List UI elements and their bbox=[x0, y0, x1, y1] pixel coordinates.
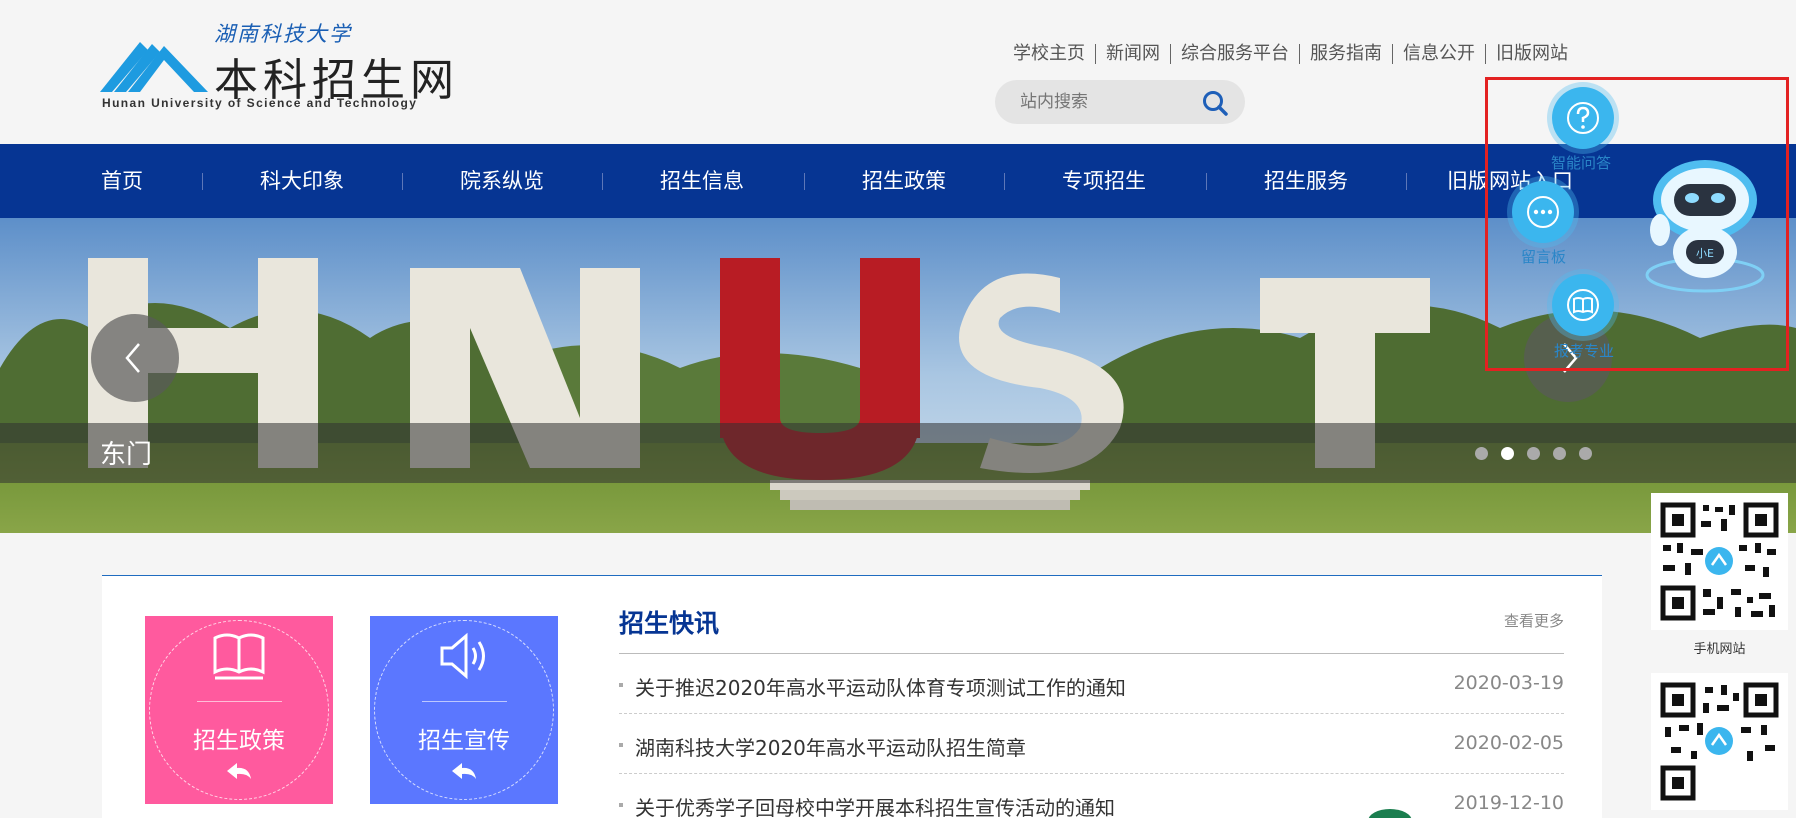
book-icon bbox=[213, 633, 265, 680]
qr-code-icon bbox=[1660, 682, 1779, 801]
mountain-logo-icon bbox=[100, 42, 208, 92]
top-links: 学校主页 新闻网 综合服务平台 服务指南 信息公开 旧版网站 bbox=[1010, 44, 1578, 64]
news-item-title[interactable]: 湖南科技大学2020年高水平运动队招生简章 bbox=[635, 732, 1026, 761]
smart-qa-label[interactable]: 智能问答 bbox=[1551, 152, 1611, 173]
smart-qa-button[interactable] bbox=[1552, 87, 1614, 149]
carousel-dot[interactable] bbox=[1579, 447, 1592, 460]
nav-item-impression[interactable]: 科大印象 bbox=[202, 144, 402, 218]
top-link-news[interactable]: 新闻网 bbox=[1095, 44, 1170, 64]
tile-label: 招生宣传 bbox=[418, 728, 510, 754]
message-board-button[interactable] bbox=[1512, 181, 1574, 243]
assistant-robot[interactable]: 小E bbox=[1640, 160, 1770, 295]
news-item-date: 2019-12-10 bbox=[1453, 792, 1564, 814]
qr-label: 手机网站 bbox=[1693, 642, 1746, 657]
nav-item-departments[interactable]: 院系纵览 bbox=[402, 144, 602, 218]
news-item[interactable]: 湖南科技大学2020年高水平运动队招生简章 2020-02-05 bbox=[619, 714, 1564, 774]
robot-tag: 小E bbox=[1696, 247, 1714, 260]
qr-code-mobile-site bbox=[1651, 493, 1788, 630]
tile-admission-promotion[interactable]: 招生宣传 bbox=[370, 616, 558, 804]
nav-item-special-admission[interactable]: 专项招生 bbox=[1004, 144, 1204, 218]
carousel-dots bbox=[1475, 447, 1592, 460]
question-icon bbox=[1567, 102, 1599, 134]
top-link-service-guide[interactable]: 服务指南 bbox=[1299, 44, 1392, 64]
nav-item-admission-info[interactable]: 招生信息 bbox=[602, 144, 802, 218]
news-list: 关于推迟2020年高水平运动队体育专项测试工作的通知 2020-03-19 湖南… bbox=[619, 654, 1564, 818]
tile-label: 招生政策 bbox=[193, 728, 285, 754]
tile-admission-policy[interactable]: 招生政策 bbox=[145, 616, 333, 804]
carousel-dot-active[interactable] bbox=[1501, 447, 1514, 460]
search-icon[interactable] bbox=[1201, 89, 1229, 117]
nav-item-admission-policy[interactable]: 招生政策 bbox=[804, 144, 1004, 218]
search-box bbox=[995, 80, 1245, 124]
logo-subtitle: Hunan University of Science and Technolo… bbox=[102, 96, 418, 110]
news-item-date: 2020-02-05 bbox=[1453, 732, 1564, 754]
top-link-school-home[interactable]: 学校主页 bbox=[1010, 44, 1095, 64]
carousel-dot[interactable] bbox=[1475, 447, 1488, 460]
news-title: 招生快讯 bbox=[619, 609, 720, 638]
site-logo[interactable]: 湖南科技大学 本科招生网 Hunan University of Science… bbox=[100, 16, 460, 116]
news-item[interactable]: 关于推迟2020年高水平运动队体育专项测试工作的通知 2020-03-19 bbox=[619, 654, 1564, 714]
chat-bubble-icon bbox=[1527, 196, 1559, 228]
news-item-date: 2020-03-19 bbox=[1453, 672, 1564, 694]
news-item[interactable]: 关于优秀学子回母校中学开展本科招生宣传活动的通知 2019-12-10 bbox=[619, 774, 1564, 818]
news-item-title[interactable]: 关于推迟2020年高水平运动队体育专项测试工作的通知 bbox=[635, 672, 1126, 701]
chevron-left-icon bbox=[125, 343, 140, 373]
open-book-icon bbox=[1567, 289, 1599, 321]
news-more-link[interactable]: 查看更多 bbox=[1504, 610, 1564, 631]
apply-major-label[interactable]: 报考专业 bbox=[1554, 340, 1614, 361]
reply-arrow-icon bbox=[452, 763, 476, 779]
top-link-service-platform[interactable]: 综合服务平台 bbox=[1170, 44, 1299, 64]
apply-major-button[interactable] bbox=[1552, 274, 1614, 336]
nav-item-home[interactable]: 首页 bbox=[22, 144, 222, 218]
qr-code-icon bbox=[1660, 502, 1779, 621]
speaker-icon bbox=[440, 632, 485, 680]
nav-item-admission-service[interactable]: 招生服务 bbox=[1206, 144, 1406, 218]
top-link-info-disclosure[interactable]: 信息公开 bbox=[1392, 44, 1485, 64]
search-input[interactable] bbox=[1020, 90, 1200, 114]
banner-caption: 东门 bbox=[100, 440, 153, 470]
carousel-dot[interactable] bbox=[1553, 447, 1566, 460]
carousel-dot[interactable] bbox=[1527, 447, 1540, 460]
banner-prev-button[interactable] bbox=[91, 314, 179, 402]
top-link-old-site[interactable]: 旧版网站 bbox=[1485, 44, 1578, 64]
reply-arrow-icon bbox=[227, 763, 251, 779]
message-board-label[interactable]: 留言板 bbox=[1521, 246, 1566, 267]
content-panel: 招生政策 招生宣传 招生快讯 查看更多 关于推迟2020年高水平运动队体育专项测… bbox=[102, 575, 1602, 818]
robot-mascot-icon: 小E bbox=[1645, 160, 1765, 293]
qr-code-second bbox=[1651, 673, 1788, 810]
news-section: 招生快讯 查看更多 关于推迟2020年高水平运动队体育专项测试工作的通知 202… bbox=[619, 604, 1564, 818]
news-item-title[interactable]: 关于优秀学子回母校中学开展本科招生宣传活动的通知 bbox=[635, 792, 1115, 818]
